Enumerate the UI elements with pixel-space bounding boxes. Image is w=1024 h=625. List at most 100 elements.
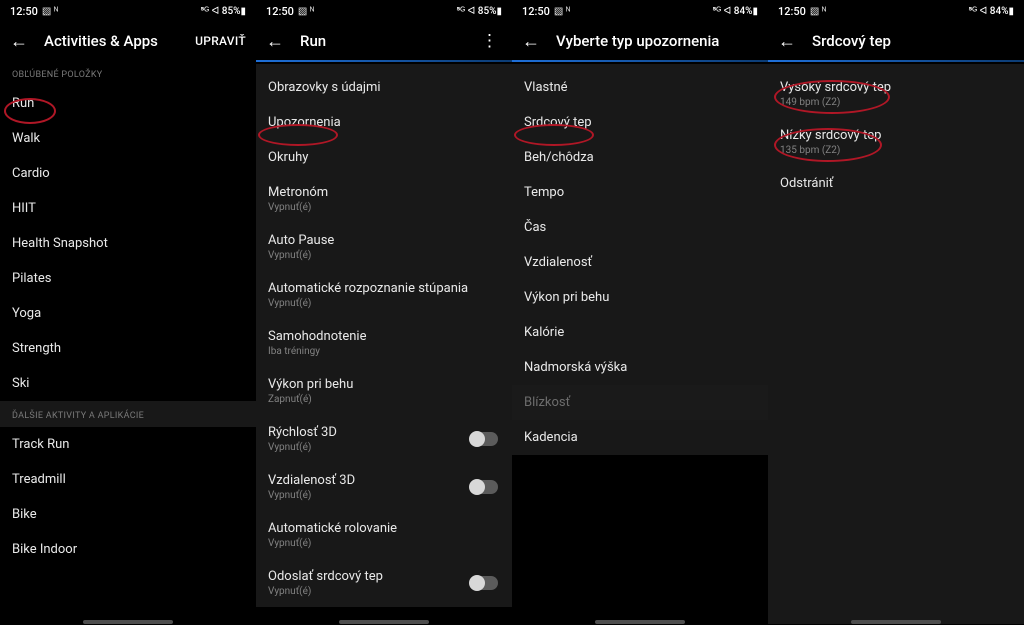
panel-alert-type: 12:50▧ ᴺ ⁵ᴳ ᐊ 84%▮ ← Vyberte typ upozorn…	[512, 0, 768, 625]
list-item[interactable]: Obrazovky s údajmi	[256, 70, 512, 105]
status-time: 12:50	[522, 5, 550, 18]
list-item[interactable]: Čas	[512, 210, 768, 245]
item-label: Výkon pri behu	[524, 290, 756, 305]
list-item[interactable]: Výkon pri behuZapnuť(é)	[256, 367, 512, 415]
list-item[interactable]: Kadencia	[512, 420, 768, 455]
list-item[interactable]: Výkon pri behu	[512, 280, 768, 315]
nav-indicator	[851, 620, 941, 624]
item-label: Obrazovky s údajmi	[268, 80, 500, 95]
header-divider	[512, 60, 768, 62]
status-time: 12:50	[778, 5, 806, 18]
status-time: 12:50	[266, 5, 294, 18]
item-sublabel: Zapnuť(é)	[268, 394, 500, 405]
menu-icon[interactable]: ⋮	[477, 31, 502, 51]
status-time: 12:50	[10, 5, 38, 18]
item-label: Čas	[524, 220, 756, 235]
item-label: Okruhy	[268, 150, 500, 165]
item-label: Vzdialenosť	[524, 255, 756, 270]
item-sublabel: Vypnuť(é)	[268, 250, 500, 261]
list-item[interactable]: Pilates	[0, 261, 256, 296]
item-label: Vysoký srdcový tep	[780, 80, 1012, 95]
status-icons: ▧ ᴺ	[554, 6, 570, 17]
nav-indicator	[339, 620, 429, 624]
toggle-switch[interactable]	[470, 576, 498, 590]
list-item[interactable]: Walk	[0, 121, 256, 156]
section-more: ĎALŠIE AKTIVITY A APLIKÁCIE	[0, 401, 256, 427]
list-item[interactable]: Nízky srdcový tep 135 bpm (Z2)	[768, 118, 1024, 166]
back-icon[interactable]: ←	[266, 31, 284, 52]
list-item[interactable]: MetronómVypnuť(é)	[256, 175, 512, 223]
item-sublabel: Iba tréningy	[268, 346, 500, 357]
list-item[interactable]: Cardio	[0, 156, 256, 191]
list-item[interactable]: Vysoký srdcový tep 149 bpm (Z2)	[768, 70, 1024, 118]
favorites-list: RunWalkCardioHIITHealth SnapshotPilatesY…	[0, 86, 256, 401]
list-item[interactable]: Run	[0, 86, 256, 121]
item-sublabel: 135 bpm (Z2)	[780, 145, 1012, 156]
list-item[interactable]: Treadmill	[0, 462, 256, 497]
nav-indicator	[83, 620, 173, 624]
list-item[interactable]: Vlastné	[512, 70, 768, 105]
list-item[interactable]: Nadmorská výška	[512, 350, 768, 385]
more-list: Track RunTreadmillBikeBike Indoor	[0, 427, 256, 567]
list-item[interactable]: Upozornenia	[256, 105, 512, 140]
item-label: Upozornenia	[268, 115, 500, 130]
item-label: Metronóm	[268, 185, 500, 200]
list-item[interactable]: Health Snapshot	[0, 226, 256, 261]
list-item[interactable]: Yoga	[0, 296, 256, 331]
toggle-switch[interactable]	[470, 480, 498, 494]
list-item[interactable]: Rýchlosť 3DVypnuť(é)	[256, 415, 512, 463]
back-icon[interactable]: ←	[778, 31, 796, 52]
list-item[interactable]: HIIT	[0, 191, 256, 226]
list-item[interactable]: Odstrániť	[768, 166, 1024, 201]
list-item[interactable]: Beh/chôdza	[512, 140, 768, 175]
list-item[interactable]: SamohodnotenieIba tréningy	[256, 319, 512, 367]
list-item[interactable]: Tempo	[512, 175, 768, 210]
list-item[interactable]: Odoslať srdcový tepVypnuť(é)	[256, 559, 512, 607]
header-divider	[256, 60, 512, 62]
header-divider	[768, 60, 1024, 62]
run-settings-list: Obrazovky s údajmi Upozornenia Okruhy Metro…	[256, 64, 512, 607]
list-item[interactable]: Srdcový tep	[512, 105, 768, 140]
status-icons: ▧ ᴺ	[298, 6, 314, 17]
nav-indicator	[595, 620, 685, 624]
item-label: Nízky srdcový tep	[780, 128, 1012, 143]
panel-activities: 12:50▧ ᴺ ⁵ᴳ ᐊ 85%▮ ← Activities & Apps U…	[0, 0, 256, 625]
item-sublabel: 149 bpm (Z2)	[780, 97, 1012, 108]
status-battery: ⁵ᴳ ᐊ 85%▮	[456, 6, 502, 17]
item-label: Kalórie	[524, 325, 756, 340]
status-bar: 12:50▧ ᴺ ⁵ᴳ ᐊ 84%▮	[768, 0, 1024, 22]
list-item[interactable]: Bike Indoor	[0, 532, 256, 567]
list-item[interactable]: Vzdialenosť	[512, 245, 768, 280]
status-icons: ▧ ᴺ	[810, 6, 826, 17]
header-title: Srdcový tep	[812, 32, 1014, 50]
list-item: Blízkosť	[512, 385, 768, 420]
list-item[interactable]: Track Run	[0, 427, 256, 462]
toggle-switch[interactable]	[470, 432, 498, 446]
header-title: Vyberte typ upozornenia	[556, 32, 758, 50]
panel-run: 12:50 ▧ ᴺ ⁵ᴳ ᐊ 85%▮ ← Run ⋮ Obrazovky s ú…	[256, 0, 512, 625]
list-item[interactable]: Vzdialenosť 3DVypnuť(é)	[256, 463, 512, 511]
back-icon[interactable]: ←	[10, 31, 28, 52]
header-title: Run	[300, 32, 477, 50]
section-favorites: OBĽÚBENÉ POLOŽKY	[0, 60, 256, 86]
edit-button[interactable]: UPRAVIŤ	[195, 34, 246, 48]
list-item[interactable]: Strength	[0, 331, 256, 366]
item-label: Automatické rozpoznanie stúpania	[268, 281, 500, 296]
status-battery: ⁵ᴳ ᐊ 85%▮	[200, 6, 246, 17]
item-label: Beh/chôdza	[524, 150, 756, 165]
list-item[interactable]: Bike	[0, 497, 256, 532]
hr-settings-list: Vysoký srdcový tep 149 bpm (Z2) Nízky srdc…	[768, 64, 1024, 624]
item-label: Rýchlosť 3D	[268, 425, 500, 440]
list-item[interactable]: Kalórie	[512, 315, 768, 350]
item-label: Kadencia	[524, 430, 756, 445]
list-item[interactable]: Automatické rozpoznanie stúpaniaVypnuť(é…	[256, 271, 512, 319]
list-item[interactable]: Automatické rolovanieVypnuť(é)	[256, 511, 512, 559]
item-label: Blízkosť	[524, 395, 756, 410]
list-item[interactable]: Ski	[0, 366, 256, 401]
list-item[interactable]: Auto PauseVypnuť(é)	[256, 223, 512, 271]
back-icon[interactable]: ←	[522, 31, 540, 52]
alert-types-list: VlastnéSrdcový tep Beh/chôdza Tempo Čas Vzdi…	[512, 64, 768, 455]
item-sublabel: Vypnuť(é)	[268, 490, 500, 501]
header: ← Vyberte typ upozornenia	[512, 22, 768, 60]
list-item[interactable]: Okruhy	[256, 140, 512, 175]
